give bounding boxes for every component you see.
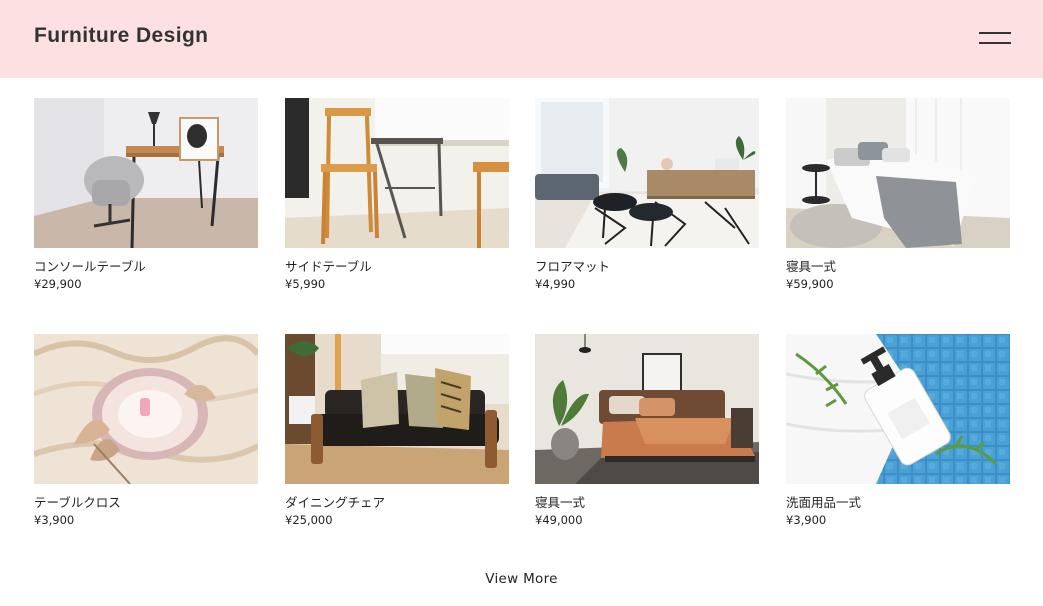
- product-name: ダイニングチェア: [285, 495, 386, 510]
- product-price: ¥4,990: [535, 277, 576, 291]
- product-price: ¥25,000: [285, 513, 333, 527]
- menu-line: [979, 32, 1011, 34]
- product-card-bedding-set[interactable]: 寝具一式 ¥59,900: [786, 98, 1010, 292]
- product-price: ¥29,900: [34, 277, 82, 291]
- product-price: ¥3,900: [786, 513, 827, 527]
- product-name: コンソールテーブル: [34, 259, 146, 274]
- product-card-console-table[interactable]: コンソールテーブル ¥29,900: [34, 98, 258, 292]
- site-header: Furniture Design: [0, 0, 1043, 78]
- product-price: ¥59,900: [786, 277, 834, 291]
- tablecloth-photo[interactable]: [34, 334, 258, 484]
- view-more-container: View More: [0, 571, 1043, 587]
- view-more-link[interactable]: View More: [485, 571, 558, 587]
- product-name: 洗面用品一式: [786, 495, 862, 510]
- toiletries-set-photo[interactable]: [786, 334, 1010, 484]
- product-card-floor-mat[interactable]: フロアマット ¥4,990: [535, 98, 759, 292]
- product-price: ¥5,990: [285, 277, 326, 291]
- product-card-toiletries-set[interactable]: 洗面用品一式 ¥3,900: [786, 334, 1010, 528]
- bedding-set-photo[interactable]: [535, 334, 759, 484]
- product-card-tablecloth[interactable]: テーブルクロス ¥3,900: [34, 334, 258, 528]
- product-card-bedding-set-2[interactable]: 寝具一式 ¥49,000: [535, 334, 759, 528]
- product-price: ¥3,900: [34, 513, 75, 527]
- menu-line: [979, 42, 1011, 44]
- product-name: フロアマット: [535, 259, 611, 274]
- dining-chair-photo[interactable]: [285, 334, 509, 484]
- side-table-photo[interactable]: [285, 98, 509, 248]
- product-name: 寝具一式: [535, 495, 586, 510]
- floor-mat-photo[interactable]: [535, 98, 759, 248]
- product-card-dining-chair[interactable]: ダイニングチェア ¥25,000: [285, 334, 509, 528]
- product-name: サイドテーブル: [285, 259, 372, 274]
- bedding-set-photo[interactable]: [786, 98, 1010, 248]
- brand-logo[interactable]: Furniture Design: [34, 24, 208, 48]
- product-name: 寝具一式: [786, 259, 837, 274]
- product-price: ¥49,000: [535, 513, 583, 527]
- product-card-side-table[interactable]: サイドテーブル ¥5,990: [285, 98, 509, 292]
- console-table-photo[interactable]: [34, 98, 258, 248]
- hamburger-menu-icon[interactable]: [979, 30, 1011, 46]
- product-name: テーブルクロス: [34, 495, 121, 510]
